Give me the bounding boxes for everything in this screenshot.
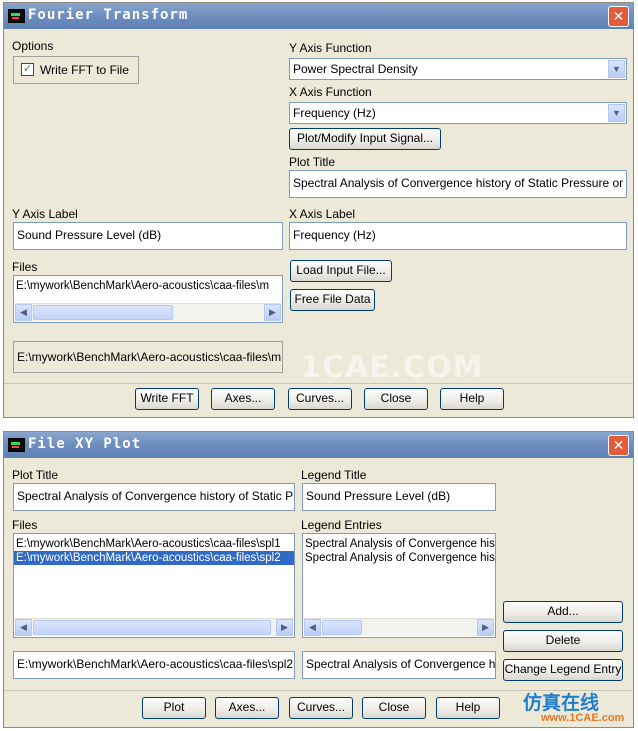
x-axis-label-input[interactable]: Frequency (Hz) [289,222,627,250]
write-fft-button[interactable]: Write FFT [135,388,199,410]
app-icon [8,438,25,452]
write-fft-checkbox[interactable]: ✓ [21,63,34,76]
scroll-right-icon[interactable]: ▶ [276,619,293,636]
close-button[interactable]: Close [362,697,426,719]
close-icon[interactable]: ✕ [608,6,629,27]
legend-title-label: Legend Title [301,468,367,482]
selected-file-field: E:\mywork\BenchMark\Aero-acoustics\caa-f… [13,341,283,373]
title-bar[interactable]: File XY Plot ✕ [4,432,633,458]
y-axis-function-label: Y Axis Function [289,41,372,55]
delete-button[interactable]: Delete [503,630,623,652]
close-icon[interactable]: ✕ [608,435,629,456]
files-label: Files [12,260,38,274]
horizontal-scrollbar[interactable]: ◀ ▶ [15,618,293,636]
y-axis-label-label: Y Axis Label [12,207,78,221]
watermark: 1CAE.COM [300,350,484,385]
chevron-down-icon[interactable]: ▼ [608,60,625,78]
legend-title-input[interactable]: Sound Pressure Level (dB) [302,483,496,511]
watermark-url: www.1CAE.com [541,712,625,724]
axes-button[interactable]: Axes... [215,697,279,719]
x-axis-function-value: Frequency (Hz) [293,106,376,120]
scroll-right-icon[interactable]: ▶ [264,304,281,321]
list-item[interactable]: Spectral Analysis of Convergence his [303,551,495,565]
options-label: Options [12,39,54,53]
write-fft-option: ✓ Write FFT to File [13,56,139,84]
scroll-right-icon[interactable]: ▶ [477,619,494,636]
y-axis-label-input[interactable]: Sound Pressure Level (dB) [13,222,283,250]
add-button[interactable]: Add... [503,601,623,623]
list-item[interactable]: Spectral Analysis of Convergence his [303,537,495,551]
curves-button[interactable]: Curves... [288,388,352,410]
scrollbar-thumb[interactable] [33,620,271,635]
file-xy-plot-dialog: File XY Plot ✕ Plot Title Spectral Analy… [3,431,634,728]
load-input-file-button[interactable]: Load Input File... [290,260,392,282]
scroll-left-icon[interactable]: ◀ [15,619,32,636]
plot-button[interactable]: Plot [142,697,206,719]
help-button[interactable]: Help [436,697,500,719]
selected-file-input[interactable]: E:\mywork\BenchMark\Aero-acoustics\caa-f… [13,651,295,679]
change-legend-entry-button[interactable]: Change Legend Entry [503,659,623,681]
axes-button[interactable]: Axes... [211,388,275,410]
window-title: Fourier Transform [28,7,189,23]
list-item[interactable]: E:\mywork\BenchMark\Aero-acoustics\caa-f… [14,537,294,551]
y-axis-function-value: Power Spectral Density [293,62,418,76]
list-item[interactable]: E:\mywork\BenchMark\Aero-acoustics\caa-f… [14,276,282,293]
plot-title-label: Plot Title [289,155,336,169]
scrollbar-thumb[interactable] [33,305,173,320]
list-item-selected[interactable]: E:\mywork\BenchMark\Aero-acoustics\caa-f… [14,551,294,565]
curves-button[interactable]: Curves... [289,697,353,719]
selected-legend-input[interactable]: Spectral Analysis of Convergence his [302,651,496,679]
free-file-data-button[interactable]: Free File Data [290,289,375,311]
plot-title-input[interactable]: Spectral Analysis of Convergence history… [289,170,627,198]
legend-entries-label: Legend Entries [301,518,382,532]
close-button[interactable]: Close [364,388,428,410]
plot-modify-input-button[interactable]: Plot/Modify Input Signal... [289,128,441,150]
y-axis-function-select[interactable]: Power Spectral Density ▼ [289,58,627,80]
scrollbar-thumb[interactable] [322,620,362,635]
x-axis-function-label: X Axis Function [289,85,372,99]
scroll-left-icon[interactable]: ◀ [15,304,32,321]
x-axis-label-label: X Axis Label [289,207,356,221]
window-title: File XY Plot [28,436,142,452]
write-fft-label[interactable]: Write FFT to File [40,63,129,77]
x-axis-function-select[interactable]: Frequency (Hz) ▼ [289,102,627,124]
plot-title-label: Plot Title [12,468,59,482]
horizontal-scrollbar[interactable]: ◀ ▶ [15,303,281,321]
chevron-down-icon[interactable]: ▼ [608,104,625,122]
app-icon [8,9,25,23]
legend-entries-list[interactable]: Spectral Analysis of Convergence his Spe… [302,533,496,638]
title-bar[interactable]: Fourier Transform ✕ [4,3,633,29]
help-button[interactable]: Help [440,388,504,410]
files-list[interactable]: E:\mywork\BenchMark\Aero-acoustics\caa-f… [13,533,295,638]
scroll-left-icon[interactable]: ◀ [304,619,321,636]
horizontal-scrollbar[interactable]: ◀ ▶ [304,618,494,636]
watermark-brand: 仿真在线 [523,692,600,714]
plot-title-input[interactable]: Spectral Analysis of Convergence history… [13,483,295,511]
files-list[interactable]: E:\mywork\BenchMark\Aero-acoustics\caa-f… [13,275,283,323]
files-label: Files [12,518,38,532]
